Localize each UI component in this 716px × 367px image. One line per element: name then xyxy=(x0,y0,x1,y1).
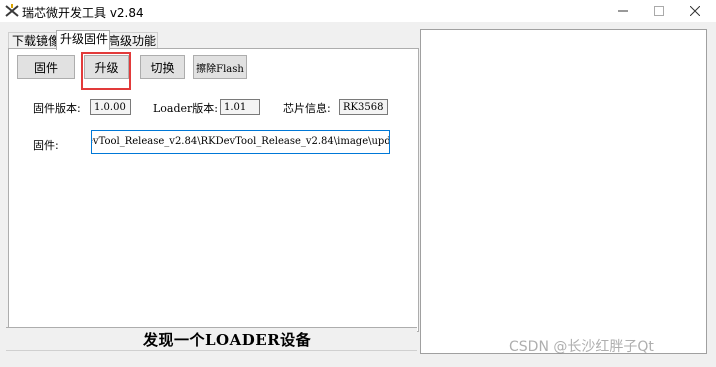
tab-advanced[interactable]: 高级功能 xyxy=(104,32,158,49)
firmware-path-text: DevTool_Release_v2.84\RKDevTool_Release_… xyxy=(91,136,389,147)
watermark: CSDN @长沙红胖子Qt xyxy=(509,339,654,355)
tab-download-image[interactable]: 下载镜像 xyxy=(8,32,62,49)
firmware-version-label: 固件版本: xyxy=(33,102,81,115)
upgrade-firmware-panel xyxy=(8,48,419,332)
erase-flash-button[interactable]: 擦除Flash xyxy=(193,55,247,79)
status-text: 发现一个LOADER设备 xyxy=(143,331,312,349)
highlight-box xyxy=(81,52,131,90)
maximize-icon xyxy=(654,6,664,16)
chip-info-label: 芯片信息: xyxy=(283,102,331,115)
minimize-button[interactable] xyxy=(605,0,641,22)
tab-upgrade-firmware[interactable]: 升级固件 xyxy=(56,30,110,50)
status-bar: 发现一个LOADER设备 xyxy=(6,327,417,351)
loader-version-field: 1.01 xyxy=(220,99,260,115)
firmware-path-input[interactable]: DevTool_Release_v2.84\RKDevTool_Release_… xyxy=(91,130,390,154)
firmware-path-label: 固件: xyxy=(33,139,59,152)
minimize-icon xyxy=(618,10,628,12)
firmware-button[interactable]: 固件 xyxy=(17,55,75,79)
chip-info-field: RK3568 xyxy=(339,99,388,115)
firmware-version-field: 1.0.00 xyxy=(90,99,131,115)
log-panel[interactable] xyxy=(420,29,707,354)
close-button[interactable] xyxy=(677,0,713,22)
maximize-button[interactable] xyxy=(641,0,677,22)
window-title: 瑞芯微开发工具 v2.84 xyxy=(22,6,144,20)
title-bar: 瑞芯微开发工具 v2.84 xyxy=(0,0,716,22)
loader-version-label: Loader版本: xyxy=(153,102,219,115)
app-icon xyxy=(5,4,19,17)
switch-button[interactable]: 切换 xyxy=(140,55,185,79)
close-icon xyxy=(690,6,700,16)
